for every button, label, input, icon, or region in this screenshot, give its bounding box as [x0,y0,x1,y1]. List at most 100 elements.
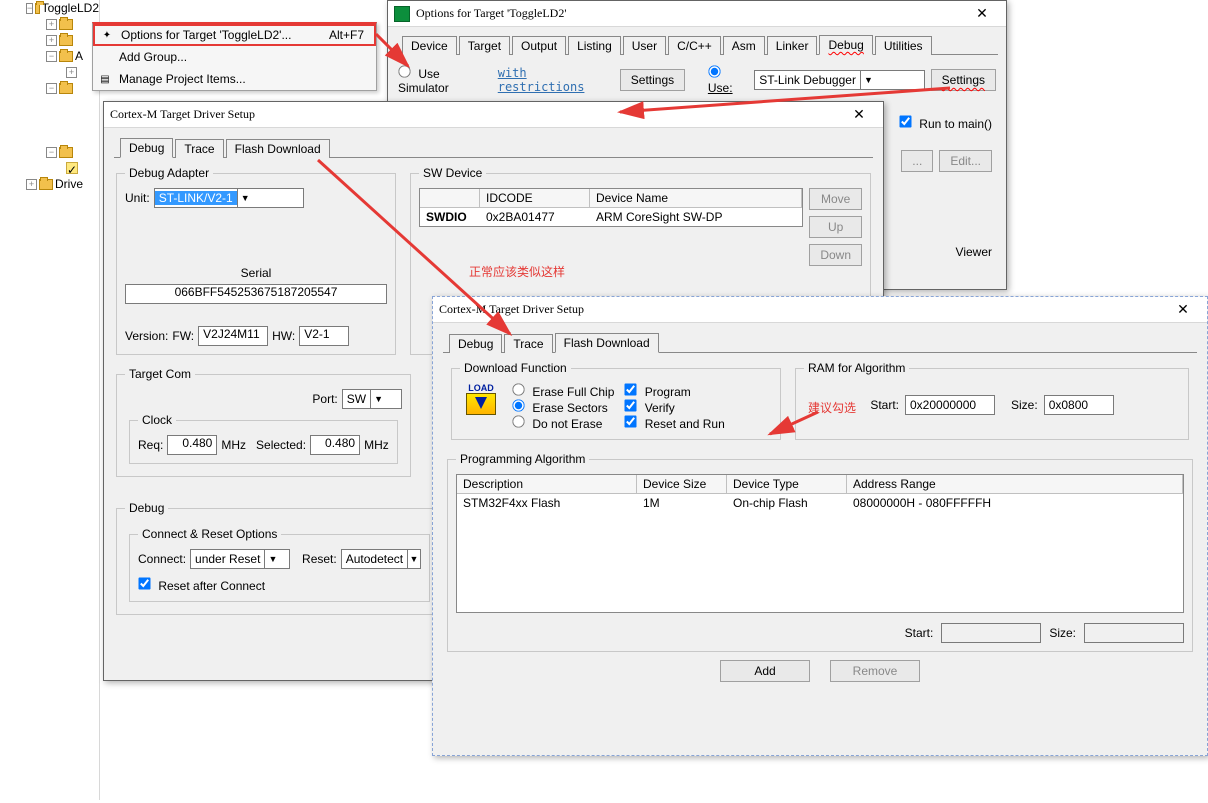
do-not-erase-radio[interactable]: Do not Erase [512,415,614,431]
folder-icon [59,19,73,30]
down-button[interactable]: Down [809,244,862,266]
load-icon: LOAD [460,383,502,431]
close-icon[interactable]: ✕ [841,105,877,125]
ellipsis-button[interactable]: ... [901,150,933,172]
col-description: Description [457,475,637,493]
connect-label: Connect: [138,552,186,566]
hw-label: HW: [272,329,295,343]
tab-flash-download[interactable]: Flash Download [226,139,330,158]
alg-start-label: Start: [905,626,934,640]
tab-output[interactable]: Output [512,36,566,55]
target-com-group: Target Com Port: SW▼ Clock Req: 0.480 MH… [116,367,411,477]
debug-adapter-group: Debug Adapter Unit: ST-LINK/V2-1▼ Serial… [116,166,396,355]
idcode-value: 0x2BA01477 [480,208,590,226]
viewer-label: Viewer [956,245,992,259]
verify-checkbox[interactable]: Verify [624,399,724,415]
tree-expand-icon[interactable]: + [66,67,77,78]
selected-field: 0.480 [310,435,360,455]
alg-size-label: Size: [1049,626,1076,640]
tree-collapse-icon[interactable]: − [46,147,57,158]
move-button[interactable]: Move [809,188,862,210]
reset-dropdown[interactable]: Autodetect▼ [341,549,421,569]
folder-icon [59,147,73,158]
algorithm-table[interactable]: Description Device Size Device Type Addr… [456,474,1184,613]
fw-field: V2J24M11 [198,326,268,346]
ram-start-field[interactable] [905,395,995,415]
close-icon[interactable]: ✕ [1165,300,1201,320]
ctx-add-group[interactable]: Add Group... [93,46,376,68]
tab-user[interactable]: User [623,36,666,55]
tab-debug[interactable]: Debug [120,138,173,158]
tab-flash-download[interactable]: Flash Download [555,333,659,353]
use-debugger-radio[interactable]: Use: [708,65,748,95]
unit-label: Unit: [125,191,150,205]
debugger-dropdown[interactable]: ST-Link Debugger▼ [754,70,924,90]
edit-button[interactable]: Edit... [939,150,992,172]
program-checkbox[interactable]: Program [624,383,724,399]
ctx-label: Manage Project Items... [119,72,246,86]
programming-algorithm-group: Programming Algorithm Description Device… [447,452,1193,652]
tab-utilities[interactable]: Utilities [875,36,932,55]
unit-dropdown[interactable]: ST-LINK/V2-1▼ [154,188,304,208]
tree-collapse-icon[interactable]: − [46,83,57,94]
folder-icon [35,3,39,14]
col-size: Device Size [637,475,727,493]
tree-expand-icon[interactable]: + [46,35,57,46]
driver-setup-flash-dialog: Cortex-M Target Driver Setup ✕ Debug Tra… [432,296,1208,756]
serial-label: Serial [125,266,387,280]
tree-collapse-icon[interactable]: − [46,51,57,62]
reset-and-run-checkbox[interactable]: Reset and Run [624,415,724,431]
tab-device[interactable]: Device [402,36,457,55]
tab-debug[interactable]: Debug [449,334,502,353]
tab-debug[interactable]: Debug [819,35,872,55]
tab-target[interactable]: Target [459,36,510,55]
tab-ccpp[interactable]: C/C++ [668,36,721,55]
tree-drivers-label[interactable]: Drive [55,177,83,191]
tree-expand-icon[interactable]: + [46,19,57,30]
ctx-label: Add Group... [119,50,187,64]
chevron-down-icon: ▼ [264,550,280,568]
ram-size-field[interactable] [1044,395,1114,415]
reset-after-connect-checkbox[interactable]: Reset after Connect [138,579,265,593]
tree-expand-icon[interactable]: + [26,179,37,190]
project-tree: −ToggleLD2 + + −A + − − ✓ +Drive [0,0,100,800]
connect-dropdown[interactable]: under Reset▼ [190,549,290,569]
chevron-down-icon: ▼ [370,390,386,408]
with-restrictions-link[interactable]: with restrictions [498,66,608,94]
run-to-main-checkbox[interactable]: Run to main() [899,117,992,131]
tab-trace[interactable]: Trace [504,334,552,353]
ctx-options-for-target[interactable]: ✦ Options for Target 'ToggleLD2'... Alt+… [93,24,376,46]
req-label: Req: [138,438,163,452]
remove-button[interactable]: Remove [830,660,920,682]
app-icon [394,6,410,22]
use-simulator-radio[interactable]: Use Simulator [398,65,484,95]
manage-icon: ▤ [97,71,113,87]
ctx-manage-project-items[interactable]: ▤ Manage Project Items... [93,68,376,90]
tree-root-label[interactable]: ToggleLD2 [42,1,99,15]
folder-icon [59,83,73,94]
tab-linker[interactable]: Linker [767,36,818,55]
note-cn: 正常应该类似这样 [469,263,803,280]
table-row[interactable]: STM32F4xx Flash 1M On-chip Flash 0800000… [457,494,1183,512]
ram-start-label: Start: [870,398,899,412]
tab-trace[interactable]: Trace [175,139,223,158]
hw-field: V2-1 [299,326,349,346]
ram-for-algorithm-group: RAM for Algorithm Start: Size: [795,361,1189,440]
port-dropdown[interactable]: SW▼ [342,389,402,409]
alg-start-field [941,623,1041,643]
ctx-shortcut: Alt+F7 [329,28,364,42]
ctx-label: Options for Target 'ToggleLD2'... [121,28,291,42]
close-icon[interactable]: ✕ [964,4,1000,24]
project-context-menu: ✦ Options for Target 'ToggleLD2'... Alt+… [92,22,377,91]
tree-collapse-icon[interactable]: − [26,3,33,14]
sim-settings-button[interactable]: Settings [620,69,685,91]
erase-sectors-radio[interactable]: Erase Sectors [512,399,614,415]
debugger-settings-button[interactable]: Settings [931,69,996,91]
req-field[interactable]: 0.480 [167,435,217,455]
tab-asm[interactable]: Asm [723,36,765,55]
tab-listing[interactable]: Listing [568,36,621,55]
up-button[interactable]: Up [809,216,862,238]
folder-icon [39,179,53,190]
add-button[interactable]: Add [720,660,810,682]
erase-full-radio[interactable]: Erase Full Chip [512,383,614,399]
